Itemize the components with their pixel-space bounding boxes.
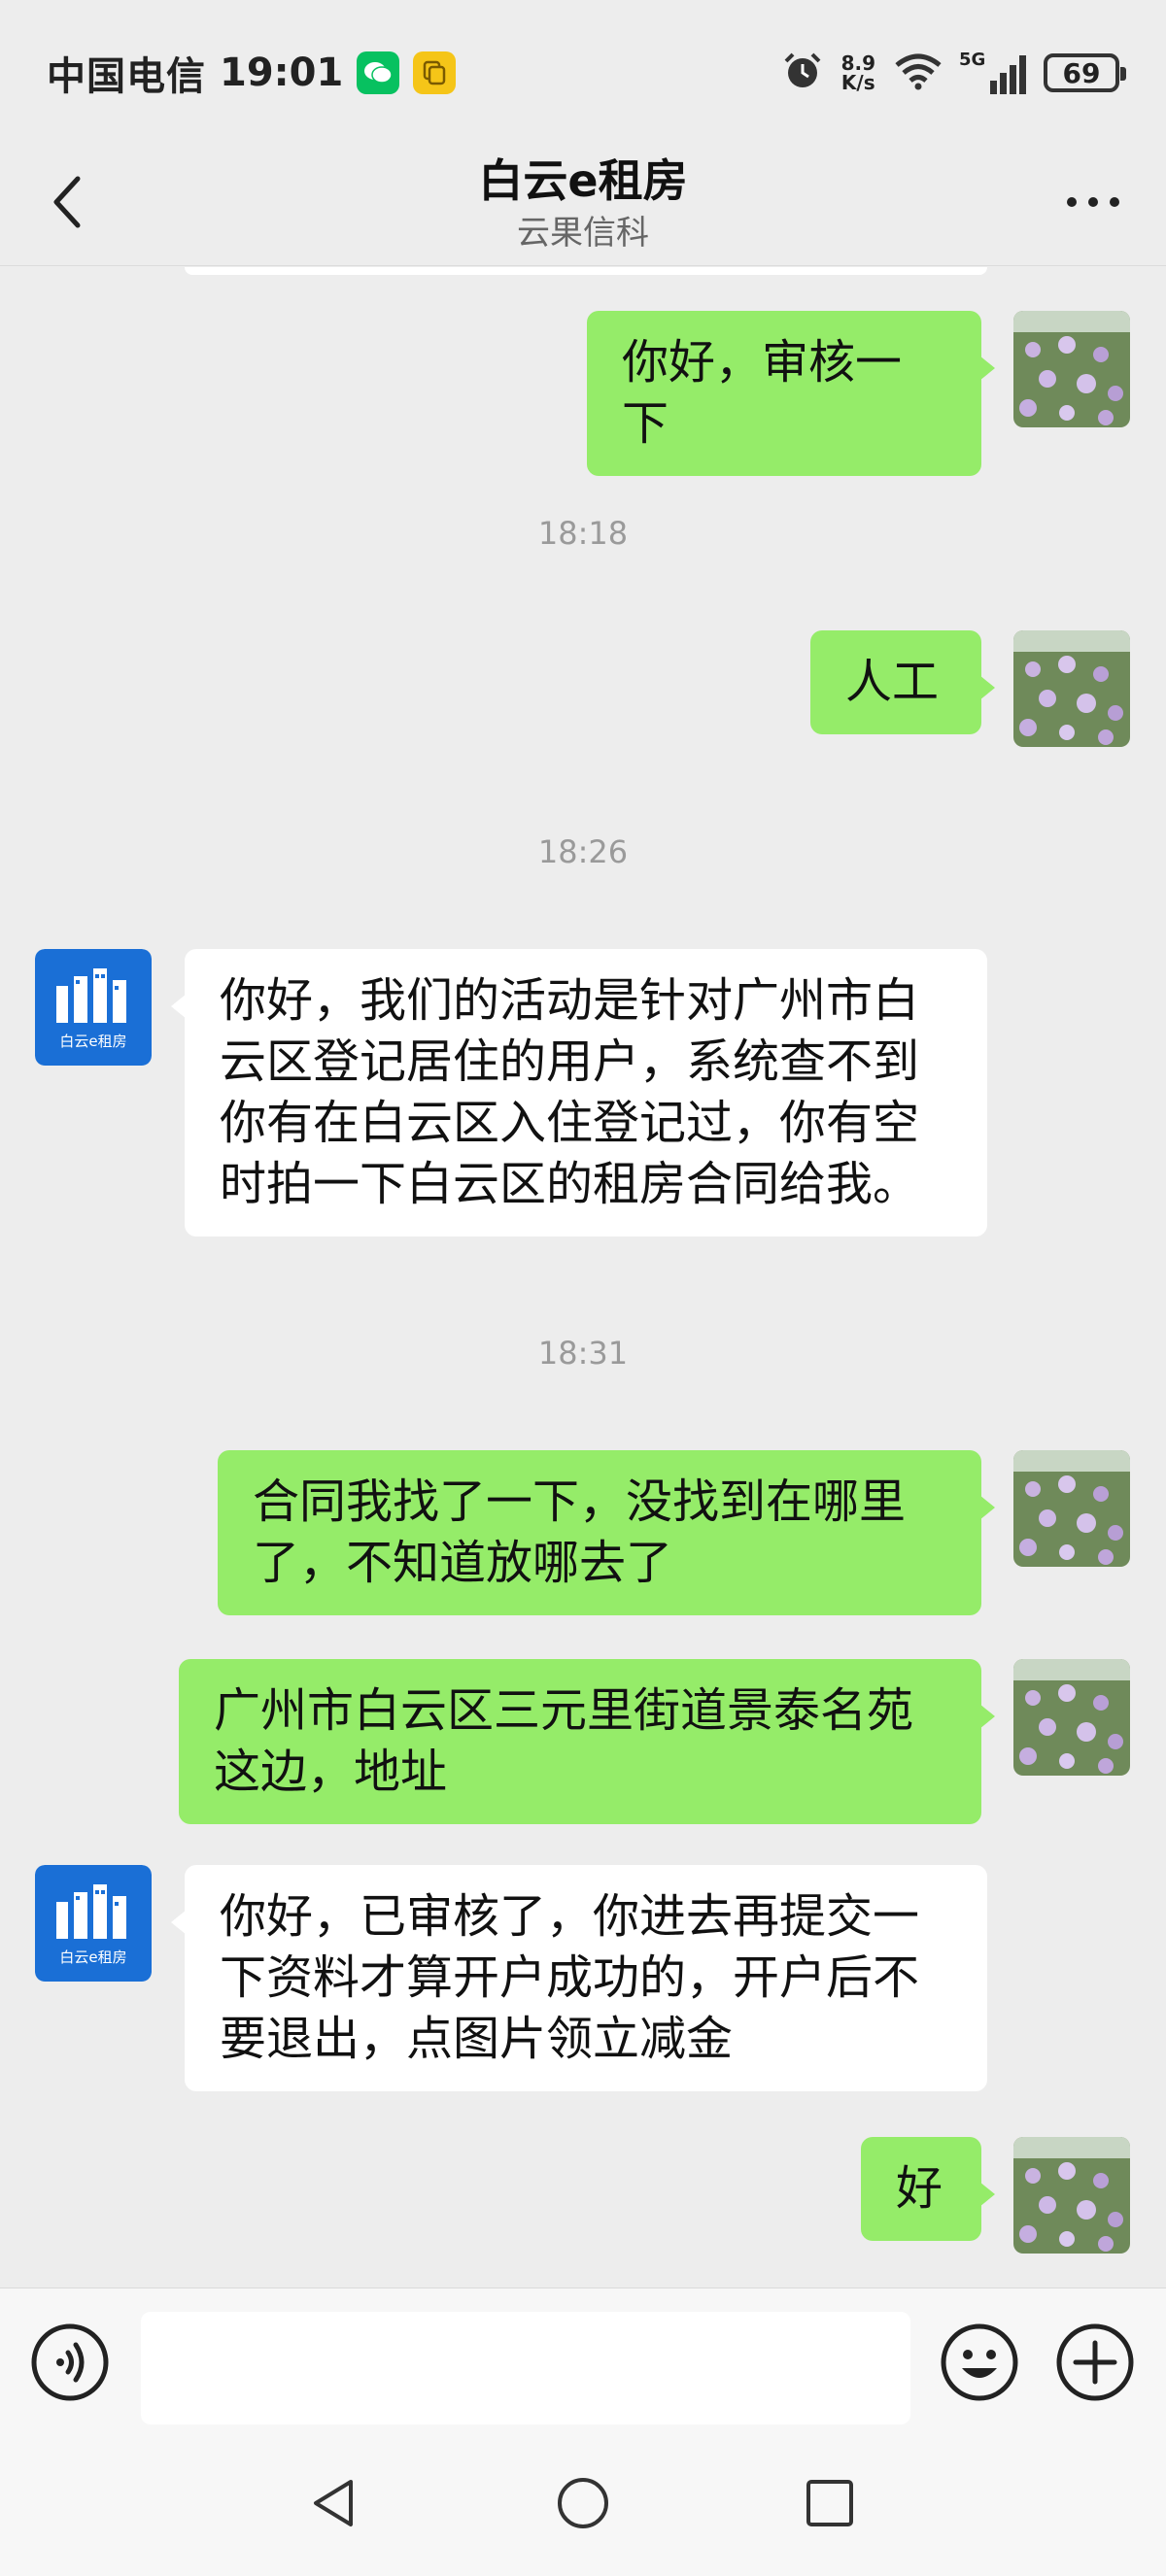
message-bubble-self[interactable]: 人工 (810, 630, 995, 734)
message-bubble-self[interactable]: 合同我找了一下，没找到在哪里了，不知道放哪去了 (218, 1450, 995, 1615)
timestamp: 18:26 (537, 833, 629, 870)
emoji-button[interactable] (939, 2322, 1020, 2403)
circle-home-icon (558, 2478, 608, 2528)
more-dots-icon (1067, 197, 1119, 207)
nav-recents-button[interactable] (791, 2464, 869, 2542)
bot-avatar[interactable]: 白云e租房 (35, 949, 152, 1066)
voice-button[interactable] (29, 2322, 111, 2403)
square-recents-icon (806, 2480, 853, 2526)
message-bubble-self[interactable]: 你好，审核一下 (587, 311, 995, 476)
user-avatar[interactable] (1013, 1450, 1130, 1567)
signal-icon: 5G (959, 50, 1026, 94)
user-avatar[interactable] (1013, 630, 1130, 747)
emoji-icon (941, 2323, 1018, 2401)
status-bar: 中国电信 19:01 8.9 K/s 5G 69 (0, 0, 1166, 146)
chat-header: 白云e租房 云果信科 (0, 146, 1166, 266)
battery-icon: 69 (1044, 53, 1126, 92)
more-button[interactable] (1049, 163, 1137, 241)
alarm-icon (781, 50, 824, 96)
net-speed: 8.9 K/s (840, 51, 875, 94)
wechat-icon (357, 51, 400, 94)
carrier-label: 中国电信 (47, 54, 206, 99)
timestamp: 18:18 (537, 515, 629, 552)
bot-avatar[interactable]: 白云e租房 (35, 1865, 152, 1982)
message-bubble-other[interactable]: 你好，我们的活动是针对广州市白云区登记居住的用户，系统查不到你有在白云区入住登记… (171, 949, 987, 1237)
message-input[interactable] (141, 2312, 910, 2424)
wifi-icon (893, 51, 943, 94)
nav-home-button[interactable] (544, 2464, 622, 2542)
user-avatar[interactable] (1013, 311, 1130, 427)
bot-logo-text: 白云e租房 (59, 1949, 126, 1966)
triangle-back-icon (314, 2480, 353, 2526)
message-bubble-self[interactable]: 好 (861, 2137, 995, 2241)
message-list[interactable]: 你好，审核一下 18:18 人工 18:26 白云e租房 你好，我们的活动是针对… (0, 267, 1166, 2288)
clipboard-icon (413, 51, 457, 94)
add-button[interactable] (1054, 2322, 1136, 2403)
nav-back-button[interactable] (296, 2464, 374, 2542)
input-bar (0, 2288, 1166, 2433)
voice-icon (31, 2323, 109, 2401)
chat-title: 白云e租房 (478, 154, 688, 207)
plus-circle-icon (1056, 2323, 1134, 2401)
timestamp: 18:31 (537, 1335, 629, 1372)
partial-message-bubble (185, 267, 987, 275)
user-avatar[interactable] (1013, 1659, 1130, 1776)
clock: 19:01 (220, 51, 344, 95)
chat-subtitle: 云果信科 (517, 214, 649, 253)
message-bubble-self[interactable]: 广州市白云区三元里街道景泰名苑这边，地址 (179, 1659, 995, 1824)
system-nav-bar (0, 2433, 1166, 2576)
bot-logo-text: 白云e租房 (59, 1033, 126, 1050)
message-bubble-other[interactable]: 你好，已审核了，你进去再提交一下资料才算开户成功的，开户后不要退出，点图片领立减… (171, 1865, 987, 2091)
user-avatar[interactable] (1013, 2137, 1130, 2254)
